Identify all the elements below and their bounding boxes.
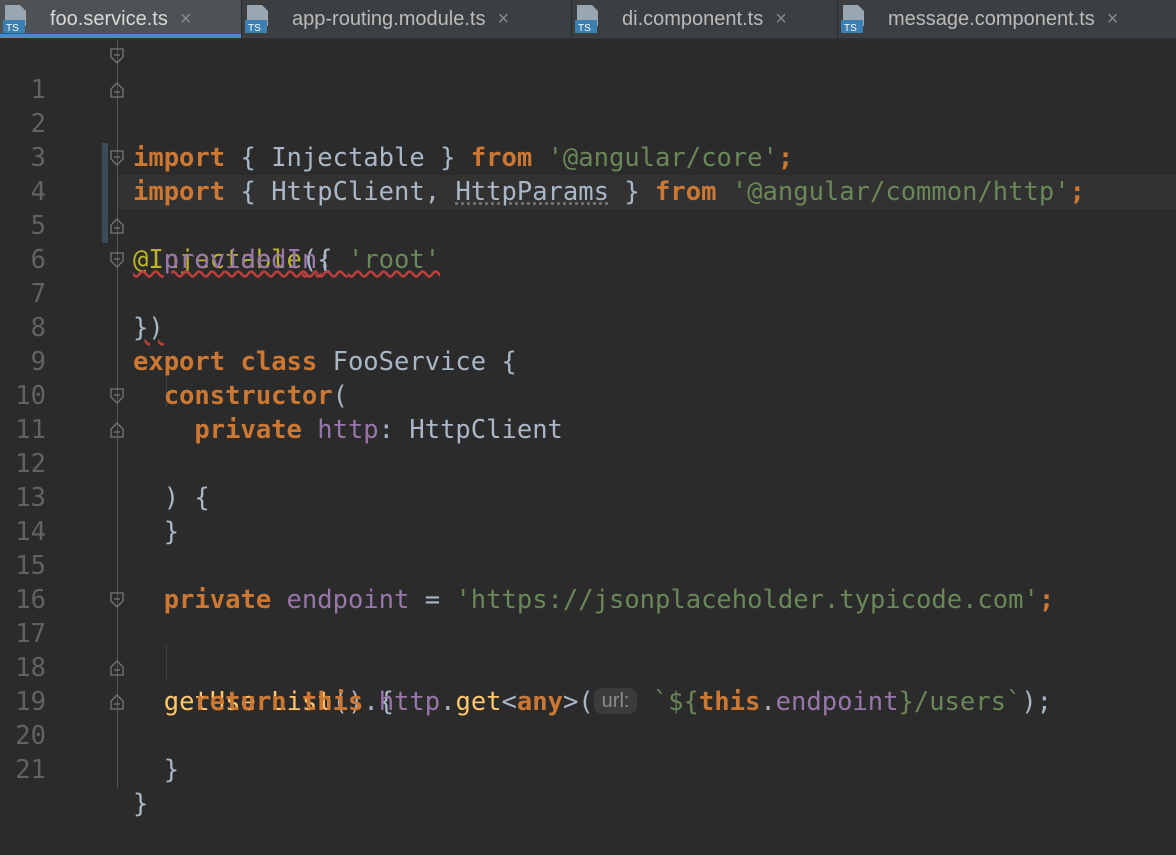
fold-icon[interactable] bbox=[110, 48, 124, 64]
typescript-file-icon: TS bbox=[244, 4, 270, 34]
code-line: 9 constructor( bbox=[0, 311, 1176, 345]
code-line: 17 getUserList() { bbox=[0, 583, 1176, 617]
fold-end-icon[interactable] bbox=[110, 82, 124, 98]
svg-text:TS: TS bbox=[844, 23, 857, 34]
code-editor[interactable]: 1 import { Injectable } from '@angular/c… bbox=[0, 39, 1176, 788]
typescript-file-icon: TS bbox=[574, 4, 600, 34]
code-line: 16 bbox=[0, 549, 1176, 583]
code-line: 21 bbox=[0, 719, 1176, 753]
code-line: 20 } bbox=[0, 685, 1176, 719]
code-line: 19 } bbox=[0, 651, 1176, 685]
tab-label: di.component.ts bbox=[622, 8, 763, 31]
close-tab-icon[interactable]: × bbox=[180, 8, 192, 31]
tab-label: message.component.ts bbox=[888, 8, 1095, 31]
code-line: 3 bbox=[0, 107, 1176, 141]
code-line: 18 return this.http.get<any>(url: `${thi… bbox=[0, 617, 1176, 651]
tab-app-routing-module[interactable]: TS app-routing.module.ts × bbox=[242, 0, 572, 38]
code-line: 10 private http: HttpClient bbox=[0, 345, 1176, 379]
tab-message-component[interactable]: TS message.component.ts × bbox=[838, 0, 1176, 38]
close-tab-icon[interactable]: × bbox=[1107, 8, 1119, 31]
code-line: 11 ) { bbox=[0, 379, 1176, 413]
code-line: 13 bbox=[0, 447, 1176, 481]
typescript-file-icon: TS bbox=[2, 4, 28, 34]
fold-icon[interactable] bbox=[110, 252, 124, 268]
editor-tab-bar: TS foo.service.ts × TS app-routing.modul… bbox=[0, 0, 1176, 39]
code-line: 7 export class FooService { bbox=[0, 243, 1176, 277]
fold-icon[interactable] bbox=[110, 388, 124, 404]
typescript-file-icon: TS bbox=[840, 4, 866, 34]
code-line: 8 bbox=[0, 277, 1176, 311]
code-line: 4 @Injectable({ bbox=[0, 141, 1176, 175]
code-line: 6 }) bbox=[0, 209, 1176, 243]
fold-end-icon[interactable] bbox=[110, 694, 124, 710]
tab-di-component[interactable]: TS di.component.ts × bbox=[572, 0, 838, 38]
svg-text:TS: TS bbox=[6, 23, 19, 34]
code-line: 2 import { HttpClient, HttpParams } from… bbox=[0, 73, 1176, 107]
svg-text:TS: TS bbox=[578, 23, 591, 34]
fold-end-icon[interactable] bbox=[110, 422, 124, 438]
close-tab-icon[interactable]: × bbox=[497, 8, 509, 31]
tab-label: foo.service.ts bbox=[50, 8, 168, 31]
fold-end-icon[interactable] bbox=[110, 218, 124, 234]
fold-icon[interactable] bbox=[110, 150, 124, 166]
close-tab-icon[interactable]: × bbox=[775, 8, 787, 31]
code-line: 12 } bbox=[0, 413, 1176, 447]
tab-label: app-routing.module.ts bbox=[292, 8, 485, 31]
fold-icon[interactable] bbox=[110, 592, 124, 608]
fold-end-icon[interactable] bbox=[110, 660, 124, 676]
code-line: 5 providedIn: 'root' bbox=[0, 175, 1176, 209]
code-line: 15 private endpoint = 'https://jsonplace… bbox=[0, 515, 1176, 549]
tab-foo-service[interactable]: TS foo.service.ts × bbox=[0, 0, 242, 38]
code-line: 14 bbox=[0, 481, 1176, 515]
code-line: 1 import { Injectable } from '@angular/c… bbox=[0, 39, 1176, 73]
svg-text:TS: TS bbox=[248, 23, 261, 34]
line-number: 21 bbox=[0, 753, 46, 787]
